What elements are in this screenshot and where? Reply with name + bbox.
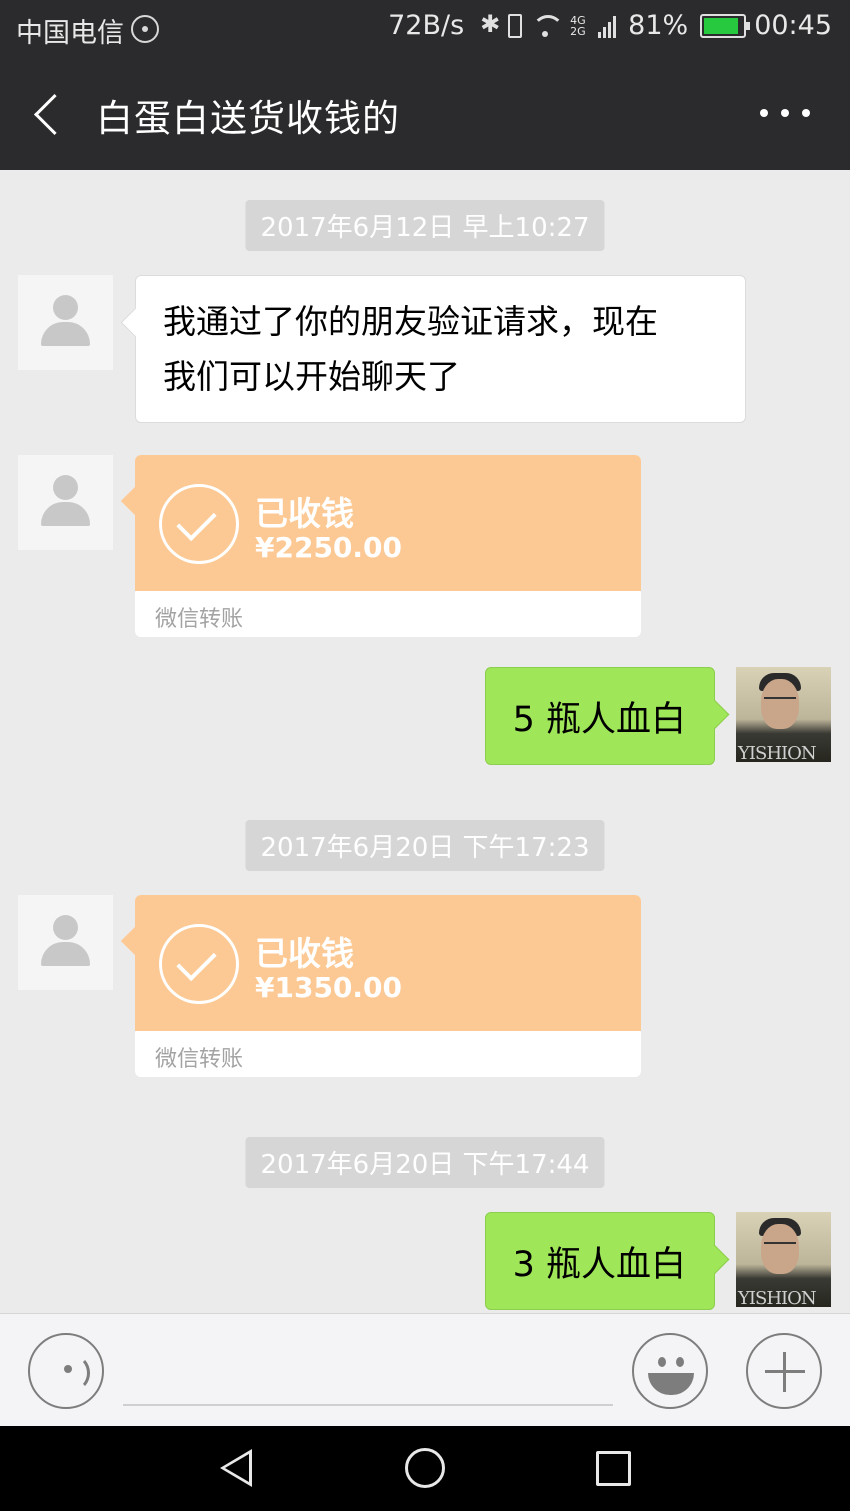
default-avatar-icon	[53, 915, 78, 940]
timestamp: 2017年6月20日 下午17:23	[245, 820, 605, 871]
default-avatar-icon	[53, 475, 78, 500]
transfer-card-top: 已收钱 ¥1350.00	[135, 895, 641, 1031]
self-message-bubble[interactable]: 5 瓶人血白	[484, 667, 715, 765]
bluetooth-icon	[480, 10, 500, 39]
signal-icon	[598, 14, 620, 38]
message-input[interactable]	[123, 1338, 613, 1406]
self-avatar[interactable]: YISHION	[736, 667, 831, 762]
status-bar: 中国电信 72B/s 4G 2G 81% 00:45	[0, 0, 850, 58]
carrier-name: 中国电信	[16, 18, 124, 49]
vibrate-icon	[508, 13, 523, 38]
timestamp: 2017年6月20日 下午17:44	[245, 1137, 605, 1188]
transfer-amount: ¥2250.00	[255, 531, 403, 564]
self-message-bubble[interactable]: 3 瓶人血白	[484, 1212, 715, 1310]
clock: 00:45	[754, 10, 832, 41]
circle-home-icon[interactable]	[405, 1448, 445, 1488]
chevron-left-icon[interactable]	[28, 90, 68, 140]
contact-avatar[interactable]	[18, 455, 113, 550]
chat-area[interactable]: 2017年6月12日 早上10:27 我通过了你的朋友验证请求，现在 我们可以开…	[0, 170, 850, 1313]
battery-percent: 81%	[628, 10, 689, 41]
voice-icon[interactable]	[28, 1333, 104, 1409]
header: 白蛋白送货收钱的	[0, 58, 850, 170]
message-bubble[interactable]: 我通过了你的朋友验证请求，现在 我们可以开始聊天了	[135, 275, 746, 423]
message-text: 5 瓶人血白	[512, 700, 686, 740]
network-type: 4G 2G	[570, 15, 590, 37]
transfer-card[interactable]: 已收钱 ¥2250.00 微信转账	[135, 455, 641, 637]
check-circle-icon	[159, 924, 239, 1004]
status-icons: 72B/s 4G 2G 81% 00:45	[388, 10, 832, 42]
input-bar	[0, 1313, 850, 1426]
triangle-back-icon[interactable]	[220, 1449, 252, 1487]
plus-icon[interactable]	[746, 1333, 822, 1409]
default-avatar-icon	[53, 295, 78, 320]
timestamp: 2017年6月12日 早上10:27	[245, 200, 605, 251]
network-type-2g: 2G	[570, 24, 586, 38]
check-circle-icon	[159, 484, 239, 564]
avatar-brand-text: YISHION	[738, 1288, 817, 1307]
self-avatar[interactable]: YISHION	[736, 1212, 831, 1307]
message-text: 3 瓶人血白	[512, 1245, 686, 1285]
message-text-line: 我们可以开始聊天了	[163, 357, 460, 396]
wifi-icon	[530, 14, 565, 37]
transfer-card-top: 已收钱 ¥2250.00	[135, 455, 641, 591]
contact-avatar[interactable]	[18, 275, 113, 370]
system-navigation-bar	[0, 1426, 850, 1511]
transfer-status: 已收钱	[255, 934, 354, 973]
contact-avatar[interactable]	[18, 895, 113, 990]
chat-title: 白蛋白送货收钱的	[96, 97, 400, 140]
avatar-brand-text: YISHION	[738, 743, 817, 762]
emoji-icon[interactable]	[632, 1333, 708, 1409]
square-recent-icon[interactable]	[596, 1451, 631, 1486]
battery-icon	[700, 13, 751, 38]
transfer-card[interactable]: 已收钱 ¥1350.00 微信转账	[135, 895, 641, 1077]
more-dots-icon[interactable]	[760, 98, 810, 128]
transfer-amount: ¥1350.00	[255, 971, 403, 1004]
hotspot-icon	[131, 15, 159, 43]
transfer-label: 微信转账	[155, 607, 244, 632]
network-speed: 72B/s	[388, 10, 465, 41]
transfer-label: 微信转账	[155, 1047, 244, 1072]
transfer-status: 已收钱	[255, 494, 354, 533]
message-text-line: 我通过了你的朋友验证请求，现在	[163, 302, 658, 341]
